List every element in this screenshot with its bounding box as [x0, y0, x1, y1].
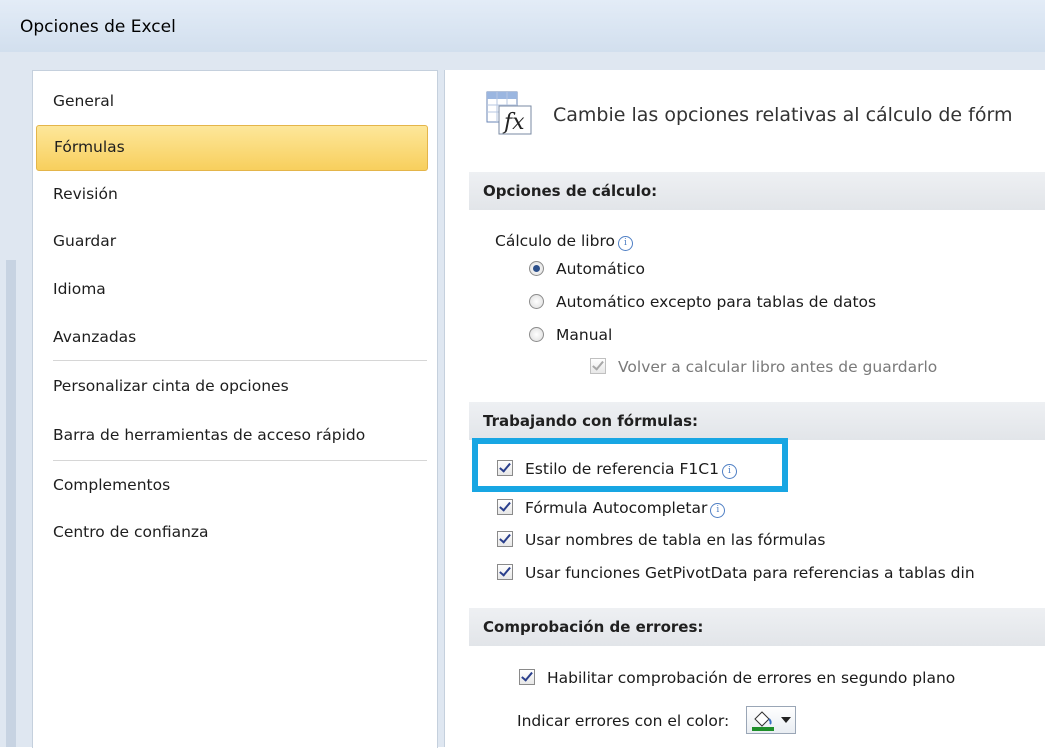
error-color-row: Indicar errores con el color: [517, 706, 797, 734]
checkbox[interactable] [519, 669, 535, 685]
section-title: Comprobación de errores: [483, 618, 704, 636]
checkbox [590, 358, 606, 374]
checkbox-label: Usar nombres de tabla en las fórmulas [525, 531, 826, 549]
sidebar-item-avanzadas[interactable]: Avanzadas [53, 328, 136, 346]
selected-color-swatch [752, 727, 775, 731]
radio-label: Automático [556, 260, 645, 278]
checkbox-label: Usar funciones GetPivotData para referen… [525, 564, 975, 582]
sidebar-item-label: Fórmulas [54, 138, 125, 156]
checkbox[interactable] [497, 531, 513, 547]
radio-button[interactable] [529, 327, 544, 342]
section-title: Opciones de cálculo: [483, 182, 658, 200]
sidebar-item-guardar[interactable]: Guardar [53, 232, 116, 250]
checkbox-label: Volver a calcular libro antes de guardar… [618, 358, 938, 376]
checkbox-label: Habilitar comprobación de errores en seg… [547, 669, 956, 687]
section-working-with-formulas: Trabajando con fórmulas: [469, 402, 1045, 440]
svg-text:fx: fx [502, 110, 525, 135]
page-header-text: Cambie las opciones relativas al cálculo… [553, 104, 1013, 126]
checkbox[interactable] [497, 499, 513, 515]
radio-button[interactable] [529, 261, 544, 276]
sidebar-item-revision[interactable]: Revisión [53, 185, 118, 203]
radio-label: Automático excepto para tablas de datos [556, 293, 877, 311]
window-title: Opciones de Excel [20, 17, 176, 37]
sidebar-item-complementos[interactable]: Complementos [53, 476, 170, 494]
checkbox-recalc-before-save: Volver a calcular libro antes de guardar… [590, 358, 937, 376]
options-sidebar: General Fórmulas Revisión Guardar Idioma… [32, 70, 438, 748]
error-color-label: Indicar errores con el color: [517, 712, 730, 730]
error-color-picker-button[interactable] [746, 706, 797, 734]
sidebar-item-customize-ribbon[interactable]: Personalizar cinta de opciones [53, 377, 289, 395]
radio-automatic-except-tables[interactable]: Automático excepto para tablas de datos [529, 293, 876, 311]
section-calculation-options: Opciones de cálculo: [469, 172, 1045, 210]
title-bar: Opciones de Excel [0, 0, 1045, 53]
sidebar-item-idioma[interactable]: Idioma [53, 280, 106, 298]
checkbox-getpivotdata[interactable]: Usar funciones GetPivotData para referen… [497, 564, 975, 582]
highlight-box [472, 438, 788, 492]
workbook-calc-label: Cálculo de libro i [495, 232, 633, 251]
chevron-down-icon [781, 717, 792, 723]
sidebar-item-formulas[interactable]: Fórmulas [36, 125, 428, 171]
radio-manual[interactable]: Manual [529, 326, 612, 344]
options-main-panel: fx Cambie las opciones relativas al cálc… [444, 70, 1045, 747]
section-error-checking: Comprobación de errores: [469, 608, 1045, 646]
sidebar-divider [53, 360, 427, 361]
radio-automatic[interactable]: Automático [529, 260, 645, 278]
sidebar-item-quick-access-toolbar[interactable]: Barra de herramientas de acceso rápido [53, 426, 365, 444]
sidebar-item-general[interactable]: General [53, 92, 114, 110]
left-edge-strip [6, 260, 16, 747]
formula-fx-icon: fx [486, 91, 532, 135]
checkbox-table-names[interactable]: Usar nombres de tabla en las fórmulas [497, 531, 825, 549]
checkbox-background-error-checking[interactable]: Habilitar comprobación de errores en seg… [519, 669, 955, 687]
info-icon[interactable]: i [710, 503, 726, 518]
sidebar-divider [53, 460, 427, 461]
workbook-calc-text: Cálculo de libro [495, 232, 615, 250]
section-title: Trabajando con fórmulas: [483, 412, 698, 430]
info-icon[interactable]: i [617, 236, 633, 251]
checkbox-formula-autocomplete[interactable]: Fórmula Autocompletar i [497, 499, 726, 518]
paint-bucket-icon [752, 711, 775, 731]
checkbox-label: Fórmula Autocompletar [525, 499, 708, 517]
checkbox[interactable] [497, 564, 513, 580]
sidebar-item-trust-center[interactable]: Centro de confianza [53, 523, 209, 541]
radio-button[interactable] [529, 294, 544, 309]
radio-label: Manual [556, 326, 613, 344]
